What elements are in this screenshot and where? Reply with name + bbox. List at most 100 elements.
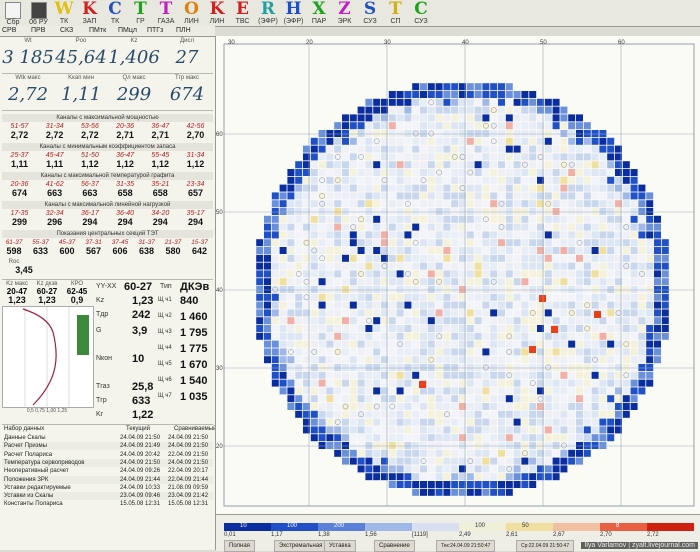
channel-cell xyxy=(404,442,412,449)
channel-cell xyxy=(474,379,482,387)
column-label: 30 xyxy=(228,40,235,46)
dataset-row[interactable]: Данные Скалы 24.04.09 21:50 24.04.09 21:50 xyxy=(2,434,213,442)
toolbar-button-9[interactable]: E ТВС xyxy=(232,1,254,26)
channel-cell xyxy=(599,410,607,418)
toolbar-button-15[interactable]: T СП xyxy=(385,1,407,26)
channel-cell xyxy=(560,340,568,348)
channel-cell xyxy=(630,176,638,184)
channel-cell xyxy=(318,356,326,364)
channel-cell xyxy=(388,91,396,98)
channel-cell xyxy=(396,410,404,418)
channel-cell xyxy=(443,426,451,434)
toolbar-button-4[interactable]: C ТК xyxy=(104,1,126,26)
mode-tab-2[interactable]: СКЗ xyxy=(60,26,73,36)
channel-cell xyxy=(529,356,537,364)
dataset-row[interactable]: Расчет Призмы 24.04.09 21:49 24.04.09 21:5… xyxy=(2,442,213,451)
channel-cell xyxy=(529,317,537,325)
toolbar-button-2[interactable]: W ТК xyxy=(53,1,75,26)
section-title: Каналы с максимальной линейной нагрузкой xyxy=(2,201,213,209)
channel-cell xyxy=(357,106,365,114)
param-value: 10 xyxy=(132,353,145,365)
dataset-row[interactable]: Температура сервоприводов 24.04.09 21:50 2… xyxy=(2,458,213,467)
channel-cell xyxy=(599,200,607,208)
mode-tab-5[interactable]: ПТГз xyxy=(147,26,163,36)
channel-cell xyxy=(412,395,420,403)
toolbar-button-10[interactable]: R (ЭФР) xyxy=(257,1,279,26)
dataset-row[interactable]: Уставки из Скалы 23.04.09 09:46 23.04.09 2… xyxy=(2,492,213,501)
channel-cell xyxy=(544,208,552,215)
channel-cell xyxy=(599,153,607,161)
view-tab-1[interactable]: Экстремальная xyxy=(274,540,328,552)
mode-tab-6[interactable]: ПЛН xyxy=(176,26,191,36)
dataset-row[interactable]: Расчет Полариса 24.04.09 20:42 22.04.09 21… xyxy=(2,451,213,459)
channel-cell xyxy=(513,145,521,153)
toolbar-button-11[interactable]: H (ЭФР) xyxy=(283,1,305,26)
channel-cell xyxy=(443,98,451,106)
channel-cell xyxy=(443,356,451,364)
dataset-row[interactable]: Уставки редактируемые 24.04.09 10:33 21.08… xyxy=(2,484,213,492)
mode-tab-4[interactable]: ПМцл xyxy=(118,26,137,36)
channel-cell xyxy=(505,176,513,184)
channel-cell xyxy=(435,106,443,114)
channel-cell xyxy=(544,301,552,309)
channel-cell xyxy=(638,231,646,239)
toolbar-button-7[interactable]: O ЛИН xyxy=(181,1,203,26)
channel-cell xyxy=(295,317,303,325)
channel-cell xyxy=(404,309,412,317)
channel-cell xyxy=(583,223,591,231)
channel-value: 2,72 xyxy=(81,130,99,140)
toolbar-button-8[interactable]: K ЛИН xyxy=(206,1,228,26)
channel-cell xyxy=(388,231,396,239)
channel-cell xyxy=(435,208,443,215)
channel-cell xyxy=(521,286,529,293)
dataset-row[interactable]: Неоперативный расчет 24.04.09 09:26 22.04.… xyxy=(2,467,213,475)
channel-cell xyxy=(529,239,537,247)
toolbar-button-1[interactable]: 06 РУ xyxy=(28,1,50,26)
channel-cell xyxy=(443,270,451,278)
toolbar-button-5[interactable]: T ГР xyxy=(130,1,152,26)
mode-tab-1[interactable]: ПРВ xyxy=(31,26,45,36)
channel-cell xyxy=(576,286,583,293)
channel-cell xyxy=(607,223,615,231)
channel-cell xyxy=(552,371,560,379)
channel-cell xyxy=(552,286,560,293)
channel-cell xyxy=(420,473,427,481)
channel-cell xyxy=(583,395,591,403)
mode-tab-0[interactable]: СРВ xyxy=(2,26,16,36)
toolbar-button-0[interactable]: Сбр xyxy=(2,1,24,26)
channel-cell xyxy=(583,426,591,434)
toolbar-button-16[interactable]: C СУЗ xyxy=(410,1,432,26)
toolbar-button-3[interactable]: K ЗАП xyxy=(79,1,101,26)
channel-cell xyxy=(466,208,474,215)
dataset-row[interactable]: Константы Полариса 15.05.08 12:31 15.05.08… xyxy=(2,500,213,508)
channel-cell xyxy=(568,239,576,247)
view-tab-0[interactable]: Полная xyxy=(224,540,255,552)
channel-cell xyxy=(607,309,615,317)
param-label: Nкон xyxy=(96,355,112,362)
core-cartogram[interactable]: 30 20 30 40 50 606050403020 xyxy=(216,36,700,514)
channel-cell xyxy=(443,403,451,410)
channel-cell xyxy=(365,465,373,473)
toolbar-button-6[interactable]: T ГАЗА xyxy=(155,1,177,26)
toolbar-button-13[interactable]: Z ЭРК xyxy=(334,1,356,26)
channel-cell xyxy=(490,239,498,247)
mode-tab-3[interactable]: ПМтк xyxy=(89,26,106,36)
view-tab-3[interactable]: Сравнение xyxy=(374,540,415,552)
channel-cell xyxy=(357,223,365,231)
channel-cell xyxy=(568,403,576,410)
toolbar-button-12[interactable]: X ПАР xyxy=(308,1,330,26)
channel-cell xyxy=(599,434,607,442)
channel-cell xyxy=(287,262,295,270)
mode-toolbar: Сбр 06 РУ W ТК K ЗАП C ТК T ГР T ГАЗА O ЛИН K ЛИН E ТВС R(… xyxy=(0,0,700,27)
channel-cell xyxy=(521,200,529,208)
channel-cell xyxy=(498,169,505,176)
channel-cell xyxy=(466,176,474,184)
summary-value: 674 xyxy=(169,84,205,105)
channel-cell xyxy=(466,91,474,98)
channel-cell xyxy=(349,184,357,192)
view-tab-2[interactable]: Уставка xyxy=(324,540,356,552)
channel-cell xyxy=(435,403,443,410)
toolbar-button-14[interactable]: S СУЗ xyxy=(359,1,381,26)
channel-cell xyxy=(420,418,427,426)
dataset-row[interactable]: Положения ЗРК 24.04.09 21:44 22.04.09 21:4… xyxy=(2,475,213,484)
